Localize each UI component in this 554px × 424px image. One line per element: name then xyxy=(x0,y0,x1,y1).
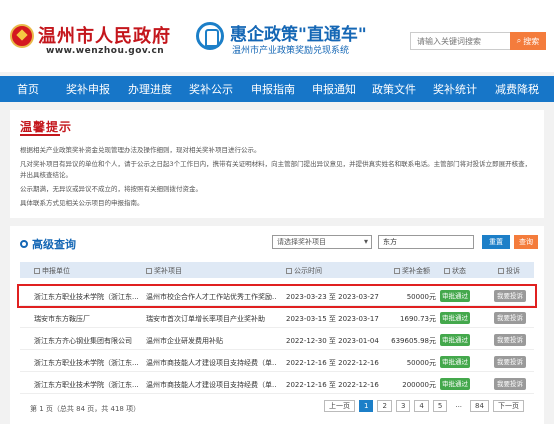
search-input[interactable] xyxy=(410,32,510,50)
clock-icon xyxy=(286,268,292,274)
complain-button[interactable]: 我要投诉 xyxy=(494,334,526,346)
cell-amount: 50000元 xyxy=(406,359,436,367)
page-button[interactable]: 1 xyxy=(359,400,374,412)
status-badge: 审批通过 xyxy=(440,312,470,324)
cell-unit: 浙江东方职业技术学院（浙江东... xyxy=(34,359,139,367)
nav-item-stats[interactable]: 奖补统计 xyxy=(424,81,486,97)
bus-logo-icon xyxy=(196,22,224,50)
flag-icon xyxy=(498,268,504,274)
cell-project: 温州市企业研发费用补贴 xyxy=(146,337,223,345)
complain-button[interactable]: 我要投诉 xyxy=(494,356,526,368)
query-button[interactable]: 查询 xyxy=(514,235,538,249)
list-icon xyxy=(146,268,152,274)
notice-line: 根据相关产业政策奖补资金兑现管理办法及操作细则，现对相关奖补项目进行公示。 xyxy=(20,146,261,154)
col-unit: 申报单位 xyxy=(34,266,70,276)
col-period: 公示时间 xyxy=(286,266,322,276)
table-row[interactable]: 浙江东方齐心钢业集团有限公司 温州市企业研发费用补贴 2022-12-30 至 … xyxy=(20,330,534,350)
col-project-label: 奖补项目 xyxy=(154,267,182,275)
status-badge: 审批通过 xyxy=(440,334,470,346)
table-header: 申报单位 奖补项目 公示时间 奖补金额 状态 投诉 xyxy=(20,262,534,278)
query-title: 高级查询 xyxy=(32,238,76,251)
cell-period: 2022-12-30 至 2023-01-04 xyxy=(286,337,379,345)
page-button[interactable]: 5 xyxy=(432,400,448,412)
pagination: 上一页 1 2 3 4 5 ... 84 下一页 xyxy=(324,400,524,412)
col-status: 状态 xyxy=(444,266,466,276)
cell-unit: 瑞安市东方鞍压厂 xyxy=(34,315,90,323)
keyword-input[interactable]: 东方 xyxy=(378,235,474,249)
search-button-label: 搜索 xyxy=(523,36,540,46)
cell-amount: 639605.98元 xyxy=(391,337,436,345)
notice-title: 温馨提示 xyxy=(20,120,73,134)
notice-line: 具体联系方式见相关公示项目的申报指南。 xyxy=(20,199,144,207)
main-nav: 首页 奖补申报 办理进度 奖补公示 申报指南 申报通知 政策文件 奖补统计 减费… xyxy=(0,76,554,102)
query-panel: 高级查询 请选择奖补项目 东方 重置 查询 申报单位 奖补项目 公示时间 奖补金… xyxy=(10,226,544,424)
building-icon xyxy=(34,268,40,274)
col-status-label: 状态 xyxy=(452,267,466,275)
money-icon xyxy=(394,268,400,274)
col-amount-label: 奖补金额 xyxy=(402,267,430,275)
col-amount: 奖补金额 xyxy=(394,266,430,276)
check-icon xyxy=(444,268,450,274)
nav-item-tax[interactable]: 减费降税 xyxy=(486,81,548,97)
system-slogan: 惠企政策"直通车" xyxy=(230,25,367,45)
reset-button[interactable]: 重置 xyxy=(482,235,510,249)
system-subtitle: 温州市产业政策奖励兑现系统 xyxy=(232,46,350,56)
site-name[interactable]: 温州市人民政府 xyxy=(38,22,171,48)
notice-line: 公示期满，无异议或异议不成立的，将按照有关细则拨付资金。 xyxy=(20,185,202,193)
notice-panel: 温馨提示 根据相关产业政策奖补资金兑现管理办法及操作细则，现对相关奖补项目进行公… xyxy=(10,110,544,218)
site-header: 温州市人民政府 www.wenzhou.gov.cn 惠企政策"直通车" 温州市… xyxy=(0,0,554,72)
page-button[interactable]: 3 xyxy=(395,400,411,412)
notice-line: 凡对奖补项目有异议的单位和个人，请于公示之日起3个工作日内，携带有关证明材料，向… xyxy=(20,160,532,179)
table-row[interactable]: 浙江东方职业技术学院（浙江东... 温州市商技能人才建设项目支持经费（单... … xyxy=(20,374,534,394)
national-emblem-icon xyxy=(10,24,34,48)
nav-item-apply[interactable]: 奖补申报 xyxy=(56,81,120,97)
cell-unit: 浙江东方齐心钢业集团有限公司 xyxy=(34,337,132,345)
complain-button[interactable]: 我要投诉 xyxy=(494,312,526,324)
col-complain: 投诉 xyxy=(498,266,520,276)
table-row[interactable]: 浙江东方职业技术学院（浙江东... 温州市商技能人才建设项目支持经费（单... … xyxy=(20,352,534,372)
col-period-label: 公示时间 xyxy=(294,267,322,275)
col-project: 奖补项目 xyxy=(146,266,182,276)
cell-amount: 1690.73元 xyxy=(400,315,436,323)
status-badge: 审批通过 xyxy=(440,378,470,390)
cell-project: 瑞安市首次订单增长率项目产业奖补助 xyxy=(146,315,265,323)
cell-period: 2023-03-15 至 2023-03-17 xyxy=(286,315,379,323)
cell-project: 温州市商技能人才建设项目支持经费（单... xyxy=(146,359,276,367)
page-button[interactable]: 4 xyxy=(414,400,429,412)
cell-period: 2022-12-16 至 2022-12-16 xyxy=(286,381,379,389)
cell-amount: 200000元 xyxy=(402,381,436,389)
nav-item-publicity[interactable]: 奖补公示 xyxy=(180,81,242,97)
cell-project: 温州市商技能人才建设项目支持经费（单... xyxy=(146,381,276,389)
query-header: 高级查询 xyxy=(20,236,76,252)
cell-period: 2022-12-16 至 2022-12-16 xyxy=(286,359,379,367)
col-complain-label: 投诉 xyxy=(506,267,520,275)
nav-item-progress[interactable]: 办理进度 xyxy=(120,81,180,97)
highlight-box xyxy=(17,284,537,308)
page-ellipsis: ... xyxy=(455,401,463,409)
pagination-info: 第 1 页（总共 84 页，共 418 项） xyxy=(30,405,141,413)
nav-item-notice[interactable]: 申报通知 xyxy=(304,81,364,97)
page-button[interactable]: 2 xyxy=(377,400,392,412)
status-badge: 审批通过 xyxy=(440,356,470,368)
search-icon xyxy=(20,240,28,248)
nav-item-guide[interactable]: 申报指南 xyxy=(242,81,304,97)
prev-page-button[interactable]: 上一页 xyxy=(324,400,355,412)
site-url: www.wenzhou.gov.cn xyxy=(46,46,165,56)
project-select[interactable]: 请选择奖补项目 xyxy=(272,235,372,249)
search-icon: ⌕ xyxy=(516,36,522,45)
nav-item-home[interactable]: 首页 xyxy=(0,81,56,97)
table-row[interactable]: 瑞安市东方鞍压厂 瑞安市首次订单增长率项目产业奖补助 2023-03-15 至 … xyxy=(20,308,534,328)
col-unit-label: 申报单位 xyxy=(42,267,70,275)
search-button[interactable]: ⌕ 搜索 xyxy=(510,32,546,50)
next-page-button[interactable]: 下一页 xyxy=(492,400,524,412)
page-button[interactable]: 84 xyxy=(470,400,489,412)
cell-unit: 浙江东方职业技术学院（浙江东... xyxy=(34,381,139,389)
nav-item-policy[interactable]: 政策文件 xyxy=(364,81,424,97)
complain-button[interactable]: 我要投诉 xyxy=(494,378,526,390)
title-underline xyxy=(20,134,60,136)
